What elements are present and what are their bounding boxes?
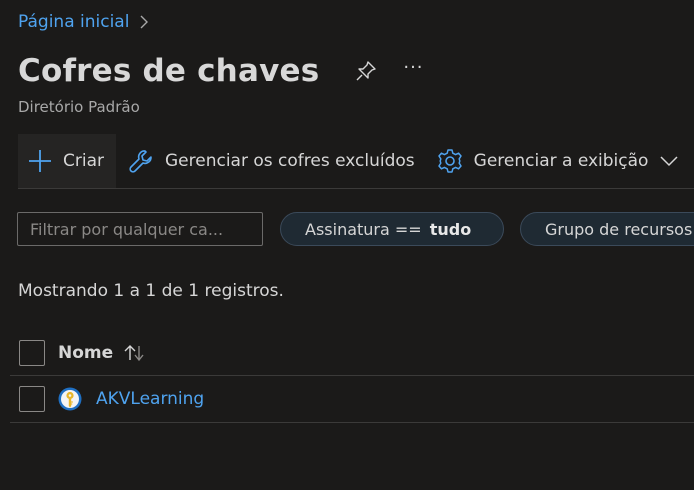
more-options-button[interactable]: ···	[403, 57, 423, 78]
subscription-filter-value: tudo	[429, 219, 472, 239]
breadcrumb-home-link[interactable]: Página inicial	[18, 12, 129, 32]
pin-icon[interactable]	[355, 60, 377, 82]
manage-view-button[interactable]: Gerenciar a exibição	[437, 134, 679, 188]
vault-name-link[interactable]: AKVLearning	[96, 389, 204, 409]
wrench-icon	[128, 148, 154, 174]
resource-group-filter-label: Grupo de recursos	[545, 219, 693, 239]
chevron-right-icon	[140, 15, 149, 29]
manage-view-label: Gerenciar a exibição	[473, 151, 649, 171]
column-header-name[interactable]: Nome	[58, 343, 113, 363]
page-title: Cofres de chaves	[18, 53, 320, 89]
table-row: AKVLearning	[10, 376, 694, 423]
chevron-down-icon	[660, 155, 678, 167]
row-checkbox[interactable]	[19, 386, 45, 412]
manage-deleted-vaults-label: Gerenciar os cofres excluídos	[165, 151, 415, 171]
breadcrumb: Página inicial	[18, 12, 149, 32]
filter-input[interactable]	[17, 212, 263, 246]
table-header: Nome	[10, 330, 694, 376]
create-button[interactable]: Criar	[18, 134, 116, 188]
title-row: Cofres de chaves ···	[18, 53, 424, 89]
records-count: Mostrando 1 a 1 de 1 registros.	[18, 281, 284, 301]
resource-group-filter-pill[interactable]: Grupo de recursos	[520, 212, 694, 246]
subscription-filter-pill[interactable]: Assinatura == tudo	[280, 212, 504, 246]
select-all-checkbox[interactable]	[19, 339, 45, 366]
manage-deleted-vaults-button[interactable]: Gerenciar os cofres excluídos	[128, 134, 415, 188]
create-label: Criar	[63, 151, 104, 171]
plus-icon	[28, 149, 52, 173]
key-vault-icon	[58, 387, 82, 411]
gear-icon	[437, 148, 463, 174]
command-bar: Criar Gerenciar os cofres excluídos Gere…	[18, 134, 694, 189]
sort-icon[interactable]	[123, 343, 147, 363]
subscription-filter-label: Assinatura ==	[305, 219, 422, 239]
page-subtitle: Diretório Padrão	[18, 98, 140, 116]
